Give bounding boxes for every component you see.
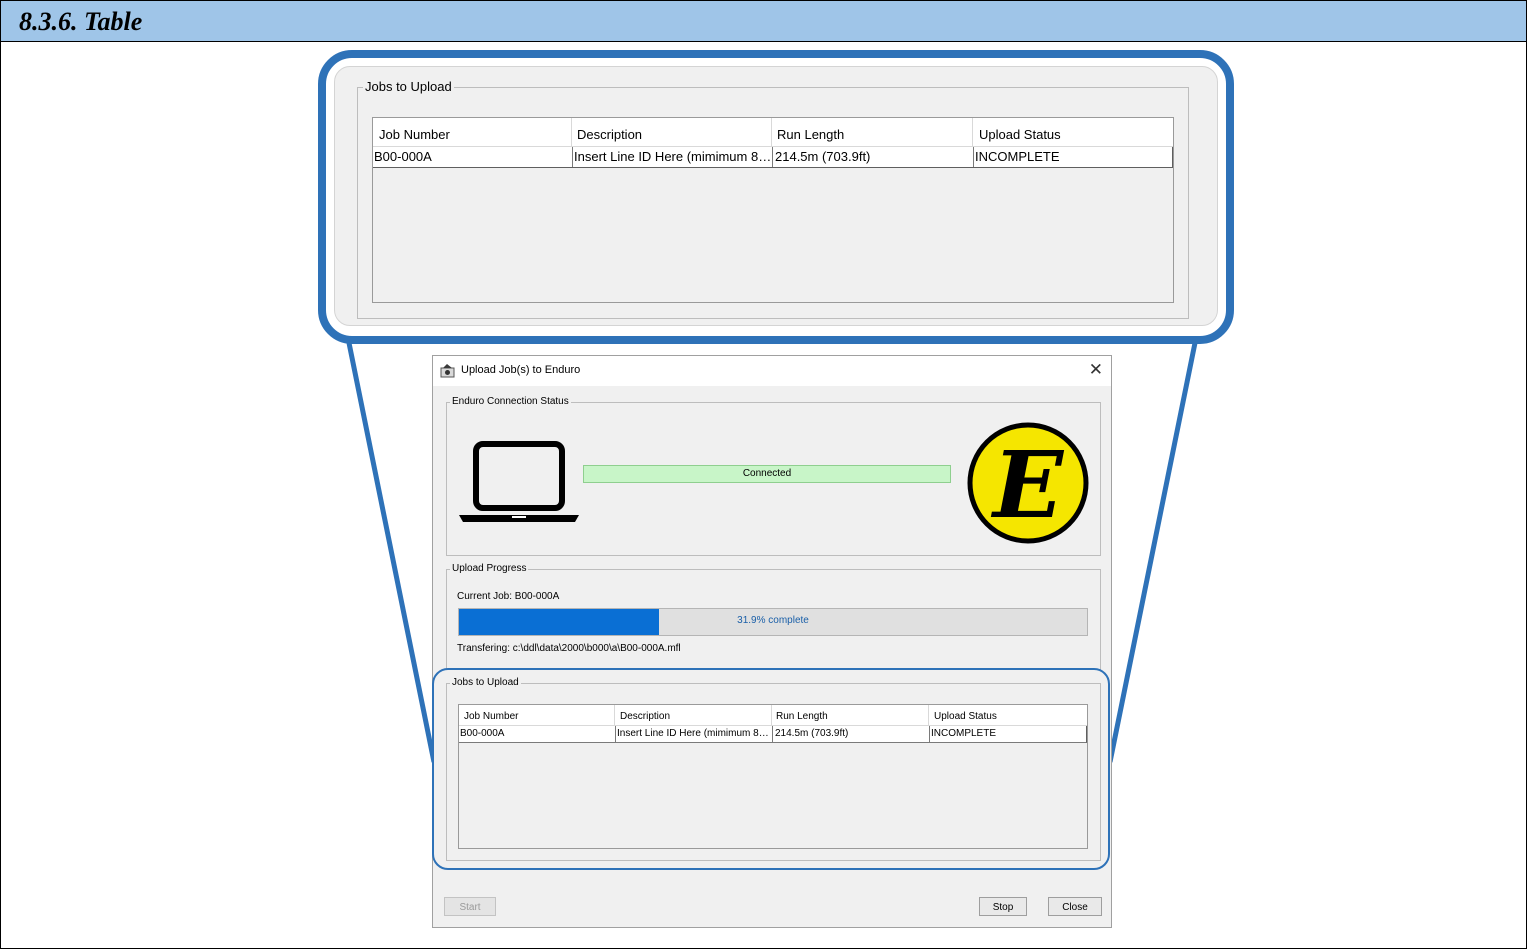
highlight-outline bbox=[432, 668, 1110, 870]
magnified-jobs-panel: Jobs to Upload Job Number Description Ru… bbox=[318, 50, 1234, 344]
connection-status-bar: Connected bbox=[583, 465, 951, 483]
close-icon[interactable]: ✕ bbox=[1089, 360, 1103, 380]
cell-description: Insert Line ID Here (mimimum 8… bbox=[572, 147, 772, 167]
jobs-table: Job Number Description Run Length Upload… bbox=[372, 117, 1174, 303]
progress-text: 31.9% complete bbox=[737, 615, 809, 626]
dialog-titlebar[interactable]: Upload Job(s) to Enduro ✕ bbox=[433, 356, 1111, 386]
stop-button[interactable]: Stop bbox=[979, 897, 1027, 916]
dialog-title: Upload Job(s) to Enduro bbox=[461, 364, 581, 376]
column-header-description[interactable]: Description bbox=[572, 118, 772, 146]
start-button[interactable]: Start bbox=[444, 897, 496, 916]
cell-job-number: B00-000A bbox=[374, 149, 432, 164]
enduro-logo: E bbox=[967, 422, 1089, 544]
cell-upload-status: INCOMPLETE bbox=[973, 147, 1172, 167]
column-header-run-length[interactable]: Run Length bbox=[772, 118, 973, 146]
upload-progress-legend: Upload Progress bbox=[450, 563, 529, 574]
connection-status-legend: Enduro Connection Status bbox=[450, 396, 571, 407]
cell-run-length: 214.5m (703.9ft) bbox=[772, 147, 973, 167]
app-icon bbox=[440, 364, 455, 378]
table-header: Job Number Description Run Length Upload… bbox=[373, 118, 1173, 147]
current-job-label: Current Job: B00-000A bbox=[457, 591, 560, 602]
logo-letter: E bbox=[990, 431, 1065, 539]
jobs-to-upload-group: Jobs to Upload Job Number Description Ru… bbox=[357, 79, 1189, 319]
transfer-path-text: Transfering: c:\ddl\data\2000\b000\a\B00… bbox=[457, 643, 681, 654]
jobs-to-upload-legend: Jobs to Upload bbox=[363, 79, 454, 94]
laptop-icon bbox=[459, 441, 579, 522]
connection-status-group: Enduro Connection Status Connected E bbox=[446, 396, 1101, 556]
magnified-panel-surface: Jobs to Upload Job Number Description Ru… bbox=[334, 66, 1218, 326]
upload-progress-bar: 31.9% complete bbox=[458, 608, 1088, 636]
close-button[interactable]: Close bbox=[1048, 897, 1102, 916]
column-header-upload-status[interactable]: Upload Status bbox=[973, 118, 1172, 146]
table-row[interactable]: B00-000A Insert Line ID Here (mimimum 8…… bbox=[373, 147, 1173, 168]
column-header-job-number[interactable]: Job Number bbox=[373, 118, 572, 146]
upload-progress-group: Upload Progress Current Job: B00-000A 31… bbox=[446, 563, 1101, 670]
